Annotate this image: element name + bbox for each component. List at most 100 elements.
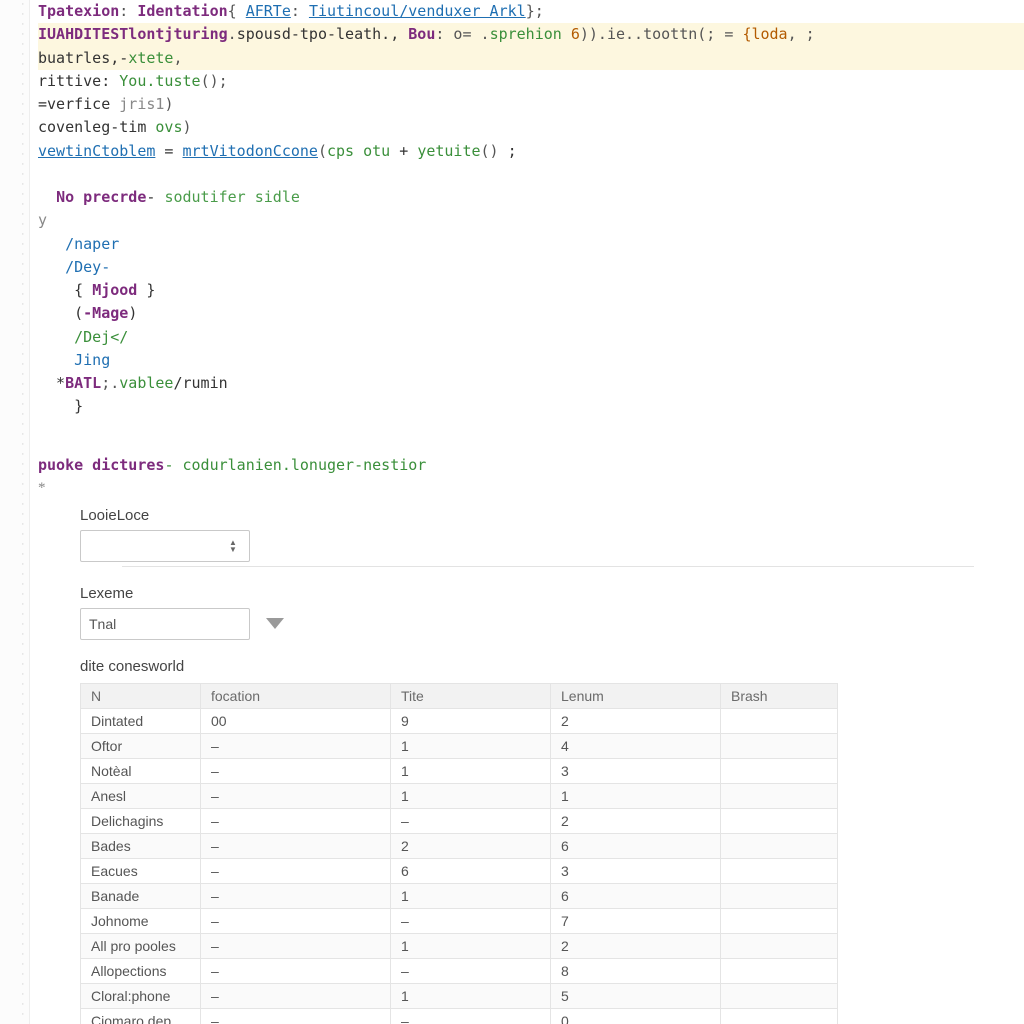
table-row[interactable]: Notèal–13 bbox=[81, 758, 838, 783]
table-cell bbox=[721, 758, 838, 783]
code-line[interactable]: } bbox=[38, 395, 1016, 418]
table-header[interactable]: Brash bbox=[721, 683, 838, 708]
section-heading-rest: - codurlanien.lonuger-nestior bbox=[164, 456, 426, 474]
table-cell: – bbox=[201, 858, 391, 883]
table-cell bbox=[721, 958, 838, 983]
table-header[interactable]: focation bbox=[201, 683, 391, 708]
table-cell: 5 bbox=[551, 983, 721, 1008]
table-cell: Notèal bbox=[81, 758, 201, 783]
table-cell: – bbox=[201, 808, 391, 833]
table-cell bbox=[721, 1008, 838, 1024]
table-cell: – bbox=[391, 908, 551, 933]
table-cell: Banade bbox=[81, 883, 201, 908]
table-cell: Johnome bbox=[81, 908, 201, 933]
table-cell: – bbox=[201, 883, 391, 908]
code-line[interactable]: /naper bbox=[38, 233, 1016, 256]
number-input-looieloce[interactable]: ▲ ▼ bbox=[80, 530, 250, 562]
table-cell: – bbox=[201, 933, 391, 958]
table-row[interactable]: Oftor–14 bbox=[81, 733, 838, 758]
table-title: dite conesworld bbox=[80, 658, 1016, 675]
table-cell: – bbox=[201, 783, 391, 808]
table-cell: – bbox=[201, 958, 391, 983]
code-line[interactable]: /Dey- bbox=[38, 256, 1016, 279]
code-editor[interactable]: Tpatexion: Identation{ AFRTe: Tiutincoul… bbox=[38, 0, 1016, 442]
code-line[interactable] bbox=[38, 419, 1016, 442]
code-line[interactable]: (-Mage) bbox=[38, 302, 1016, 325]
code-line[interactable]: IUAHDITESTlontjturing.spousd-tpo-leath.,… bbox=[38, 23, 1024, 46]
table-row[interactable]: All pro pooles–12 bbox=[81, 933, 838, 958]
divider bbox=[122, 566, 974, 567]
table-cell: Cloral:phone bbox=[81, 983, 201, 1008]
table-cell bbox=[721, 983, 838, 1008]
table-cell: – bbox=[391, 958, 551, 983]
table-cell: Oftor bbox=[81, 733, 201, 758]
code-line[interactable]: Tpatexion: Identation{ AFRTe: Tiutincoul… bbox=[38, 0, 1016, 23]
code-line[interactable]: rittive: You.tuste(); bbox=[38, 70, 1016, 93]
table-cell: 00 bbox=[201, 708, 391, 733]
section-marker: * bbox=[38, 480, 1016, 497]
table-cell bbox=[721, 933, 838, 958]
table-row[interactable]: Dintated0092 bbox=[81, 708, 838, 733]
code-line[interactable]: Jing bbox=[38, 349, 1016, 372]
field-lexeme-label: Lexeme bbox=[80, 585, 1016, 602]
table-row[interactable]: Ciomaro dep––0 bbox=[81, 1008, 838, 1024]
table-row[interactable]: Banade–16 bbox=[81, 883, 838, 908]
table-cell: – bbox=[391, 808, 551, 833]
code-line[interactable]: =verfice jris1) bbox=[38, 93, 1016, 116]
section-heading: puoke dictures- codurlanien.lonuger-nest… bbox=[38, 456, 1016, 474]
table-cell: Allopections bbox=[81, 958, 201, 983]
table-header[interactable]: N bbox=[81, 683, 201, 708]
table-cell bbox=[721, 833, 838, 858]
table-row[interactable]: Allopections––8 bbox=[81, 958, 838, 983]
code-line[interactable]: /Dej</ bbox=[38, 326, 1016, 349]
field-lexeme: Lexeme Tnal bbox=[80, 585, 1016, 640]
select-lexeme[interactable]: Tnal bbox=[80, 608, 250, 640]
table-cell: 0 bbox=[551, 1008, 721, 1024]
code-line[interactable]: buatrles,-xtete, bbox=[38, 47, 1024, 70]
spinner-down-icon[interactable]: ▼ bbox=[229, 546, 243, 553]
table-cell: – bbox=[201, 983, 391, 1008]
table-row[interactable]: Delichagins––2 bbox=[81, 808, 838, 833]
table-row[interactable]: Anesl–11 bbox=[81, 783, 838, 808]
code-line[interactable]: y bbox=[38, 209, 1016, 232]
table-cell: Eacues bbox=[81, 858, 201, 883]
table-cell: 1 bbox=[391, 758, 551, 783]
table-cell: 6 bbox=[551, 833, 721, 858]
table-cell bbox=[721, 708, 838, 733]
table-cell: 9 bbox=[391, 708, 551, 733]
table-row[interactable]: Cloral:phone–15 bbox=[81, 983, 838, 1008]
table-cell bbox=[721, 908, 838, 933]
table-row[interactable]: Johnome––7 bbox=[81, 908, 838, 933]
code-line[interactable]: { Mjood } bbox=[38, 279, 1016, 302]
chevron-down-icon[interactable] bbox=[266, 618, 284, 629]
table-cell: 3 bbox=[551, 858, 721, 883]
table-cell: 2 bbox=[551, 933, 721, 958]
code-line[interactable]: No precrde- sodutifer sidle bbox=[38, 186, 1016, 209]
table-cell: 7 bbox=[551, 908, 721, 933]
table-cell: 1 bbox=[391, 733, 551, 758]
code-line[interactable]: covenleg-tim ovs) bbox=[38, 116, 1016, 139]
line-number-gutter: ········································… bbox=[0, 0, 30, 1024]
table-cell: 1 bbox=[551, 783, 721, 808]
table-cell: 3 bbox=[551, 758, 721, 783]
table-cell: 2 bbox=[551, 808, 721, 833]
code-line[interactable]: *BATL;.vablee/rumin bbox=[38, 372, 1016, 395]
table-cell bbox=[721, 808, 838, 833]
code-line[interactable] bbox=[38, 163, 1016, 186]
table-cell: 6 bbox=[551, 883, 721, 908]
table-cell: 8 bbox=[551, 958, 721, 983]
table-cell: 1 bbox=[391, 883, 551, 908]
table-cell: – bbox=[201, 758, 391, 783]
table-header[interactable]: Tite bbox=[391, 683, 551, 708]
select-lexeme-value: Tnal bbox=[89, 616, 116, 632]
table-cell: 6 bbox=[391, 858, 551, 883]
table-cell bbox=[721, 883, 838, 908]
table-header[interactable]: Lenum bbox=[551, 683, 721, 708]
table-cell: Delichagins bbox=[81, 808, 201, 833]
code-line[interactable]: vewtinCtoblem = mrtVitodonCcone(cps otu … bbox=[38, 140, 1016, 163]
spinner-icon[interactable]: ▲ ▼ bbox=[229, 539, 243, 553]
table-cell: – bbox=[391, 1008, 551, 1024]
table-row[interactable]: Eacues–63 bbox=[81, 858, 838, 883]
table-row[interactable]: Bades–26 bbox=[81, 833, 838, 858]
table-cell: 1 bbox=[391, 933, 551, 958]
